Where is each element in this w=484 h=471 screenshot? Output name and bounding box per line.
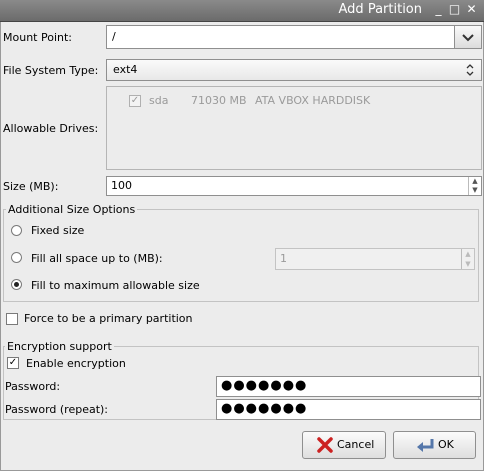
size-spin-arrows[interactable]: ▲ ▼ bbox=[468, 177, 481, 195]
primary-partition-checkbox[interactable] bbox=[6, 313, 18, 325]
minimize-icon[interactable]: _ bbox=[431, 2, 446, 17]
ok-icon bbox=[417, 439, 434, 452]
password-label: Password: bbox=[5, 380, 61, 393]
cancel-icon bbox=[317, 437, 333, 453]
size-spinbox[interactable]: 100 ▲ ▼ bbox=[106, 176, 482, 196]
password-repeat-field[interactable]: ●●●●●●● bbox=[216, 399, 481, 420]
size-label: Size (MB): bbox=[3, 180, 59, 193]
close-icon[interactable]: ✕ bbox=[464, 2, 479, 17]
drive-size: 71030 MB bbox=[191, 94, 247, 107]
mount-point-label: Mount Point: bbox=[3, 31, 72, 44]
mount-point-dropdown-button[interactable] bbox=[454, 26, 481, 48]
updown-icon bbox=[466, 64, 474, 76]
enable-encryption-label[interactable]: Enable encryption bbox=[26, 357, 126, 370]
fs-type-value: ext4 bbox=[113, 63, 138, 76]
fs-type-select[interactable]: ext4 bbox=[106, 59, 482, 81]
ok-button[interactable]: OK bbox=[393, 431, 476, 459]
fill-upto-radio[interactable] bbox=[11, 252, 22, 263]
cancel-label: Cancel bbox=[337, 438, 375, 451]
size-options-title: Additional Size Options bbox=[6, 203, 138, 216]
fill-upto-spin-arrows[interactable]: ▲ ▼ bbox=[461, 249, 474, 269]
fill-upto-label[interactable]: Fill all space up to (MB): bbox=[31, 252, 163, 265]
allowable-drives-label: Allowable Drives: bbox=[3, 122, 99, 135]
title-bar: Add Partition _ □ ✕ bbox=[0, 0, 484, 22]
fixed-size-label[interactable]: Fixed size bbox=[31, 224, 84, 237]
encryption-title: Encryption support bbox=[5, 340, 114, 353]
enable-encryption-checkbox[interactable]: ✓ bbox=[7, 357, 19, 369]
drives-list[interactable]: ✓ sda 71030 MB ATA VBOX HARDDISK bbox=[106, 86, 482, 170]
password-field[interactable]: ●●●●●●● bbox=[216, 376, 481, 397]
drive-model: ATA VBOX HARDDISK bbox=[255, 94, 371, 107]
fill-upto-spinbox[interactable]: 1 ▲ ▼ bbox=[275, 248, 475, 270]
primary-partition-label[interactable]: Force to be a primary partition bbox=[24, 312, 193, 325]
maximize-icon[interactable]: □ bbox=[447, 2, 462, 17]
password-repeat-label: Password (repeat): bbox=[5, 403, 109, 416]
fs-type-label: File System Type: bbox=[3, 64, 99, 77]
password-value: ●●●●●●● bbox=[221, 378, 308, 393]
fixed-size-radio[interactable] bbox=[11, 225, 22, 236]
window-title: Add Partition bbox=[338, 2, 422, 17]
fill-max-radio[interactable] bbox=[11, 279, 22, 290]
fill-upto-value: 1 bbox=[280, 252, 287, 265]
chevron-down-icon bbox=[462, 34, 474, 42]
drive-name: sda bbox=[149, 94, 169, 107]
drive-checkbox[interactable]: ✓ bbox=[129, 95, 141, 107]
fill-max-label[interactable]: Fill to maximum allowable size bbox=[31, 279, 200, 292]
mount-point-value: / bbox=[112, 30, 116, 43]
mount-point-combo[interactable]: / bbox=[106, 25, 482, 49]
cancel-button[interactable]: Cancel bbox=[302, 431, 386, 459]
ok-label: OK bbox=[438, 438, 454, 451]
password-repeat-value: ●●●●●●● bbox=[221, 401, 308, 416]
size-value: 100 bbox=[111, 179, 132, 192]
